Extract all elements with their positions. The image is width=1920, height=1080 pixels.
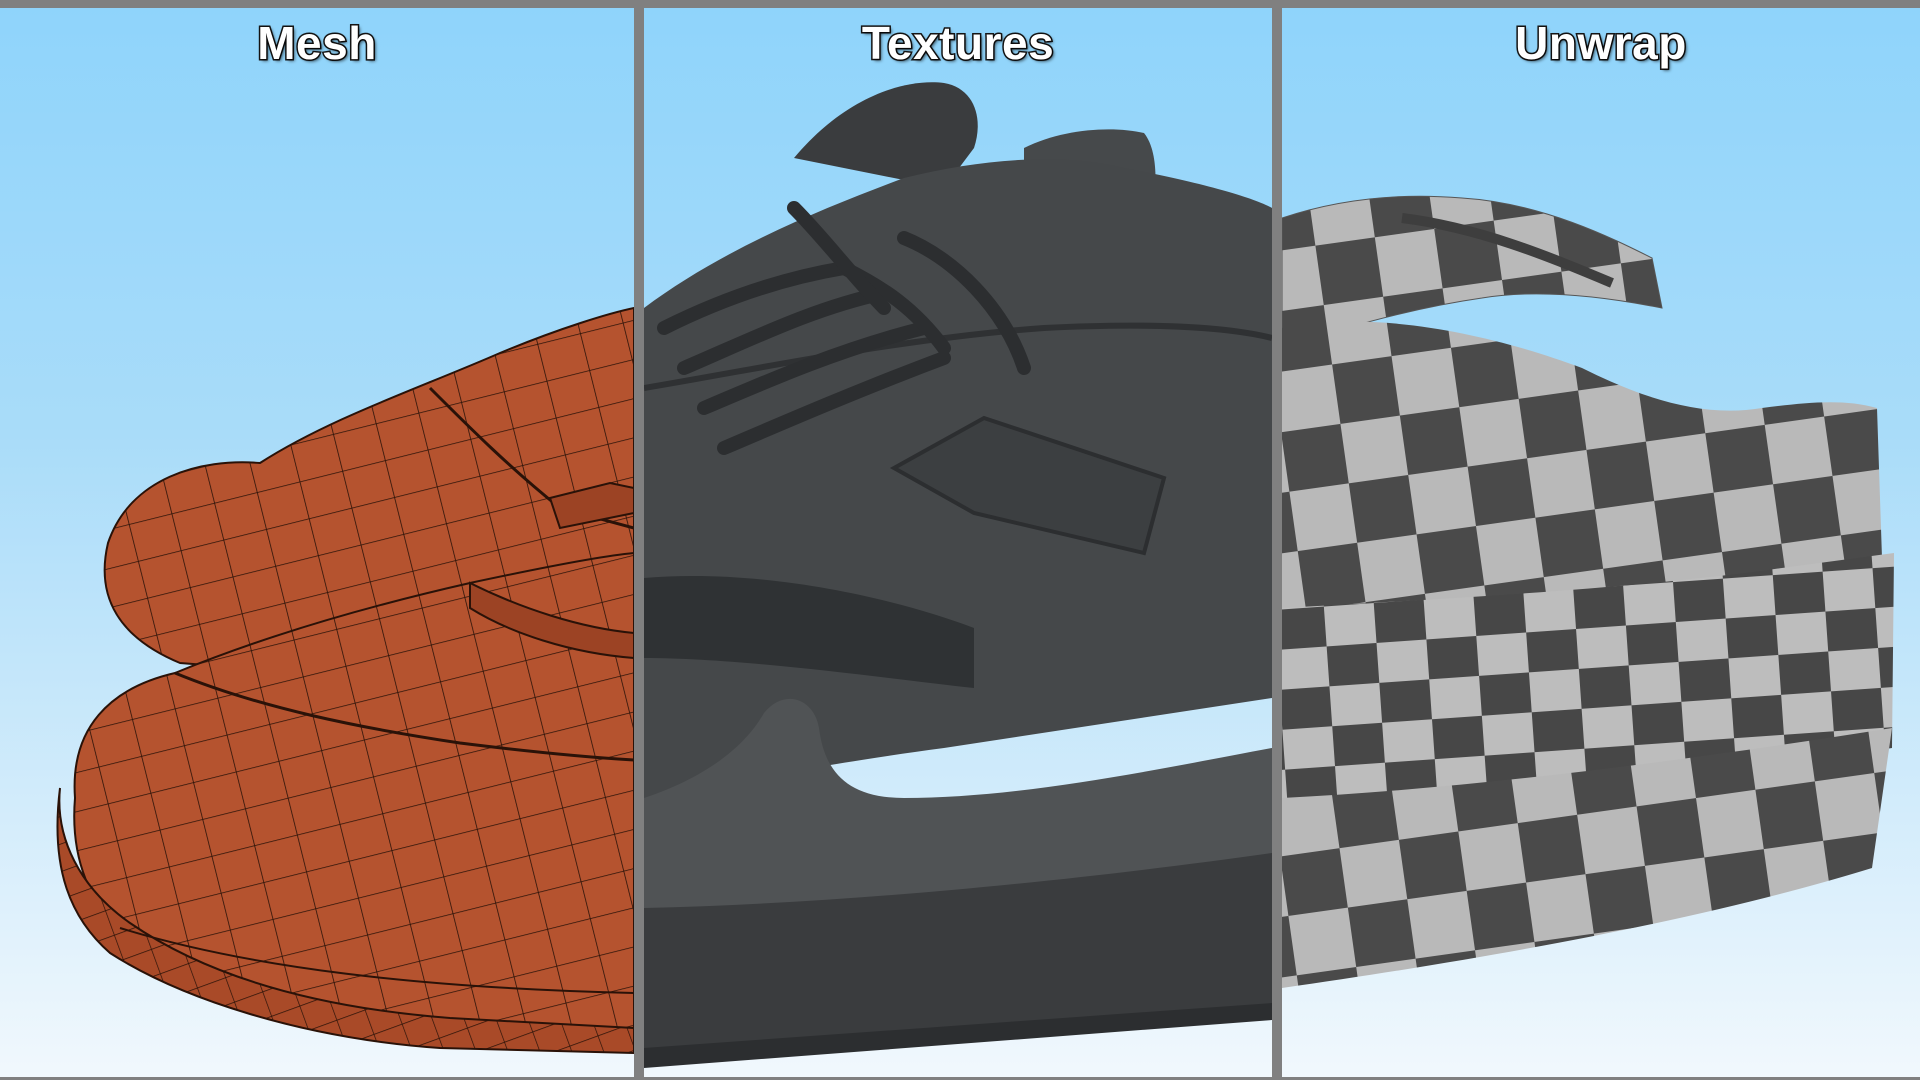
mesh-shoe-render bbox=[56, 306, 634, 1055]
textured-shoe-render bbox=[644, 82, 1272, 1068]
textures-panel: Textures bbox=[644, 8, 1272, 1077]
divider-right bbox=[1272, 8, 1282, 1077]
unwrap-title: Unwrap bbox=[1514, 16, 1688, 71]
divider-left bbox=[634, 8, 644, 1077]
render-frame: Mesh Textures Unwrap bbox=[0, 0, 1920, 1080]
textures-title: Textures bbox=[860, 16, 1055, 71]
mesh-panel: Mesh bbox=[0, 8, 634, 1077]
mesh-title: Mesh bbox=[256, 16, 378, 71]
unwrap-panel: Unwrap bbox=[1282, 8, 1920, 1077]
unwrap-shoe-render bbox=[1282, 195, 1894, 988]
